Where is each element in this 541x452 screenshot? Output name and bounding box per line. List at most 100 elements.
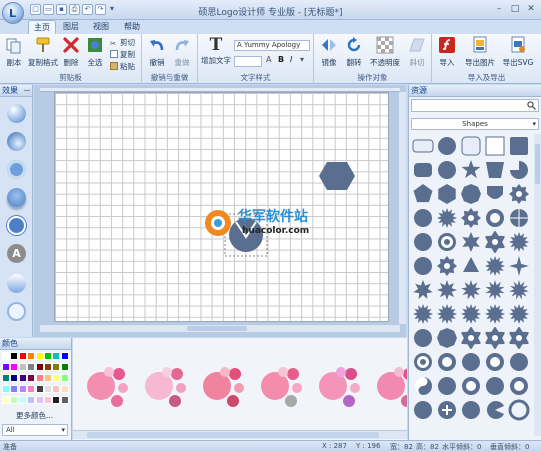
color-swatch[interactable]	[10, 363, 19, 371]
color-swatch[interactable]	[52, 396, 61, 404]
color-swatch[interactable]	[10, 374, 19, 382]
shape-octagon[interactable]	[461, 184, 481, 204]
shape-ring[interactable]	[462, 377, 480, 395]
color-preset-item[interactable]	[87, 367, 128, 407]
color-swatch[interactable]	[35, 396, 44, 404]
color-preset-item[interactable]	[203, 367, 244, 407]
shape-burst[interactable]	[437, 208, 457, 228]
color-preset-item[interactable]	[145, 367, 186, 407]
import-button[interactable]: 导入	[436, 36, 458, 68]
presets-scrollbar[interactable]	[73, 430, 407, 439]
shape-rounded-rectangle[interactable]	[414, 163, 432, 177]
shape-gear[interactable]	[461, 208, 481, 228]
shape-pacman[interactable]	[486, 401, 504, 420]
paste-button[interactable]: 粘贴	[110, 61, 135, 72]
shape-circle[interactable]	[414, 233, 432, 251]
shape-burst[interactable]	[509, 304, 529, 324]
shape-target[interactable]	[438, 233, 456, 251]
shape-hexagon[interactable]	[438, 184, 456, 204]
shape-gear[interactable]	[437, 256, 457, 276]
italic-button[interactable]: I	[290, 55, 292, 64]
color-swatch[interactable]	[27, 374, 36, 382]
color-swatch[interactable]	[2, 363, 10, 371]
shape-star[interactable]	[461, 280, 481, 300]
color-swatch[interactable]	[60, 385, 69, 393]
color-swatch[interactable]	[10, 396, 19, 404]
shape-flower[interactable]	[485, 327, 505, 349]
mirror-button[interactable]: 镜像	[318, 36, 340, 68]
export-svg-button[interactable]: 导出SVG	[500, 36, 536, 68]
shape-star[interactable]	[509, 280, 529, 300]
shape-square[interactable]	[485, 136, 505, 156]
shape-starburst[interactable]	[485, 304, 505, 324]
color-swatch[interactable]	[27, 396, 36, 404]
bold-button[interactable]: B	[278, 55, 284, 64]
shape-pentagon[interactable]	[413, 184, 433, 203]
assets-search-input[interactable]	[411, 99, 539, 112]
color-swatch[interactable]	[35, 363, 44, 371]
color-swatch[interactable]	[52, 374, 61, 382]
color-swatch[interactable]	[2, 352, 10, 360]
shape-shield[interactable]	[487, 186, 503, 199]
color-swatch[interactable]	[18, 385, 27, 393]
minimize-icon[interactable]: –	[491, 3, 507, 16]
shape-flower[interactable]	[485, 231, 505, 253]
shape-flower[interactable]	[509, 327, 529, 349]
assets-scroll-thumb[interactable]	[535, 144, 540, 184]
canvas-selected-shape[interactable]	[224, 213, 268, 257]
shape-circle[interactable]	[414, 329, 432, 347]
shape-pie[interactable]	[510, 161, 528, 179]
canvas-hexagon-shape[interactable]	[318, 161, 356, 191]
shape-starburst[interactable]	[509, 232, 529, 252]
skew-button[interactable]: 斜切	[406, 36, 428, 68]
cut-button[interactable]: ✂ 剪切	[110, 37, 135, 48]
shape-burst[interactable]	[485, 256, 505, 276]
color-swatch[interactable]	[10, 352, 19, 360]
color-swatch[interactable]	[10, 385, 19, 393]
shape-yin-yang[interactable]	[414, 377, 432, 395]
color-swatch[interactable]	[27, 363, 36, 371]
effect-flat[interactable]	[7, 302, 26, 321]
tab-help[interactable]: 帮助	[119, 20, 145, 34]
font-size-select[interactable]	[234, 56, 262, 67]
shape-circle[interactable]	[414, 209, 432, 227]
shape-star[interactable]	[462, 232, 480, 252]
presets-scroll-thumb[interactable]	[87, 432, 379, 438]
color-preset-item[interactable]	[377, 367, 418, 407]
maximize-icon[interactable]: □	[507, 3, 523, 16]
shape-circle[interactable]	[414, 257, 432, 275]
color-swatch[interactable]	[2, 385, 10, 393]
color-swatch[interactable]	[27, 385, 36, 393]
tab-view[interactable]: 视图	[88, 20, 114, 34]
effect-glossy[interactable]	[7, 104, 26, 123]
effect-gradient[interactable]	[7, 274, 26, 293]
font-color-icon[interactable]: A	[266, 55, 271, 64]
opacity-button[interactable]: 不透明度	[368, 36, 402, 68]
assets-scrollbar[interactable]	[534, 134, 541, 436]
color-swatch[interactable]	[27, 352, 36, 360]
shape-ring[interactable]	[510, 377, 528, 395]
shape-flower-ring[interactable]	[461, 327, 481, 349]
color-swatch[interactable]	[44, 396, 52, 404]
color-swatch[interactable]	[44, 374, 52, 382]
shape-ring[interactable]	[486, 209, 504, 227]
color-swatch[interactable]	[60, 396, 69, 404]
shape-burst[interactable]	[413, 304, 433, 324]
select-all-button[interactable]: 全选	[84, 36, 106, 68]
shape-circle[interactable]	[462, 353, 480, 371]
add-text-button[interactable]: T 增加文字	[200, 36, 232, 66]
shape-triangles[interactable]	[463, 257, 479, 272]
color-swatch[interactable]	[18, 374, 27, 382]
effect-border[interactable]	[7, 160, 26, 179]
shape-circle[interactable]	[414, 401, 432, 419]
color-swatch[interactable]	[52, 352, 61, 360]
redo-button[interactable]: 重做	[171, 36, 193, 68]
shape-circle[interactable]	[510, 353, 528, 371]
shape-burst[interactable]	[461, 304, 481, 324]
shape-star[interactable]	[485, 280, 505, 300]
design-canvas[interactable]	[54, 92, 389, 322]
color-swatch[interactable]	[18, 363, 27, 371]
shape-octagon[interactable]	[437, 328, 457, 348]
effect-outline[interactable]	[7, 216, 26, 235]
shape-star[interactable]	[461, 160, 481, 179]
